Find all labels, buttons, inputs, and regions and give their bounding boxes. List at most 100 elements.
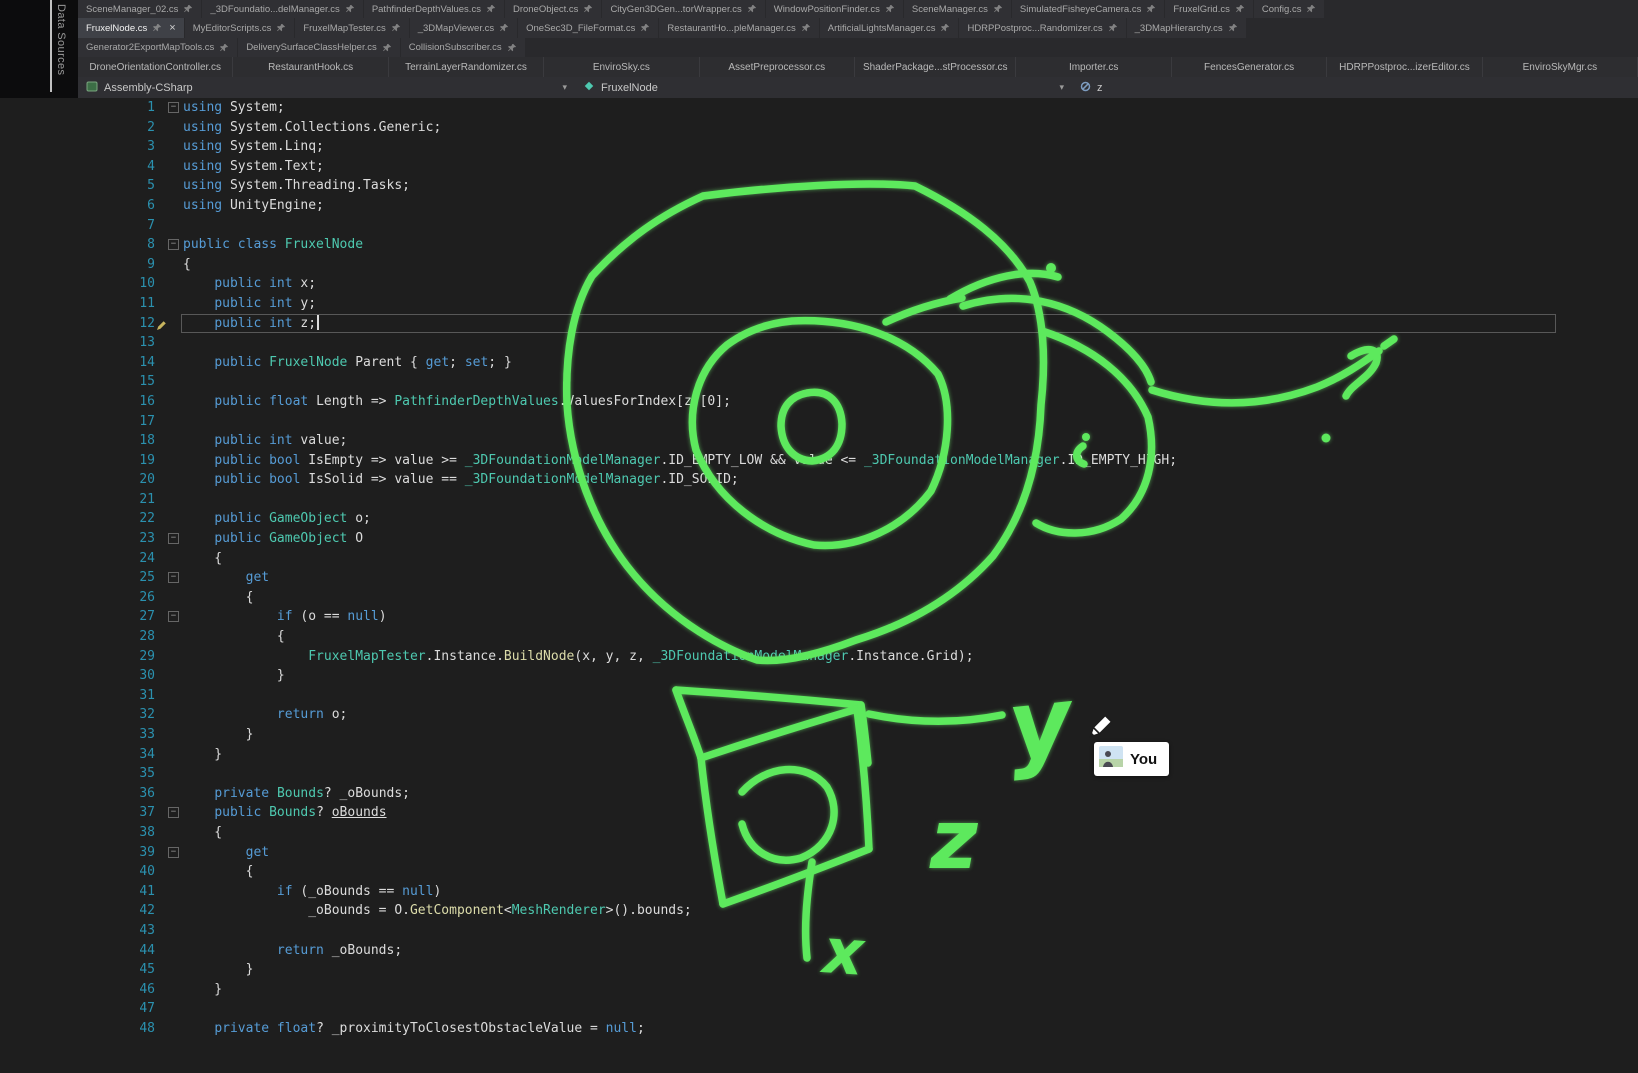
editor-tab[interactable]: CollisionSubscriber.cs: [401, 38, 525, 57]
pin-icon[interactable]: [801, 23, 811, 33]
code-line[interactable]: 11 public int y;: [0, 294, 1638, 314]
editor-tab[interactable]: _3DFoundatio...delManager.cs: [202, 0, 362, 18]
code-line[interactable]: 41 if (_oBounds == null): [0, 882, 1638, 902]
editor-tab[interactable]: HDRPPostproc...Randomizer.cs: [959, 18, 1125, 38]
code-line[interactable]: 16 public float Length => PathfinderDept…: [0, 392, 1638, 412]
pin-icon[interactable]: [1108, 23, 1118, 33]
code-line[interactable]: 47: [0, 999, 1638, 1019]
editor-tab[interactable]: DroneObject.cs: [505, 0, 601, 18]
fold-icon[interactable]: −: [168, 611, 179, 622]
editor-tab[interactable]: FruxelNode.cs×: [78, 18, 184, 38]
code-line[interactable]: 43: [0, 921, 1638, 941]
editor-tab[interactable]: TerrainLayerRandomizer.cs: [389, 57, 544, 77]
code-line[interactable]: 38 {: [0, 823, 1638, 843]
code-line[interactable]: 36 private Bounds? _oBounds;: [0, 784, 1638, 804]
pin-icon[interactable]: [885, 4, 895, 14]
pin-icon[interactable]: [499, 23, 509, 33]
code-line[interactable]: 24 {: [0, 549, 1638, 569]
editor-tab[interactable]: FruxelMapTester.cs: [295, 18, 408, 38]
pin-icon[interactable]: [219, 43, 229, 53]
code-line[interactable]: 26 {: [0, 588, 1638, 608]
editor-tab[interactable]: AssetPreprocessor.cs: [700, 57, 855, 77]
code-line[interactable]: 44 return _oBounds;: [0, 941, 1638, 961]
code-editor[interactable]: 1−using System;2using System.Collections…: [0, 98, 1638, 1073]
editor-tab[interactable]: PathfinderDepthValues.cs: [364, 0, 504, 18]
code-line[interactable]: 21: [0, 490, 1638, 510]
fold-icon[interactable]: −: [168, 239, 179, 250]
code-line[interactable]: 46 }: [0, 980, 1638, 1000]
code-line[interactable]: 18 public int value;: [0, 431, 1638, 451]
code-line[interactable]: 19 public bool IsEmpty => value >= _3DFo…: [0, 451, 1638, 471]
member-dropdown[interactable]: z: [1072, 77, 1638, 98]
editor-tab[interactable]: SceneManager_02.cs: [78, 0, 201, 18]
editor-tab[interactable]: SimulatedFisheyeCamera.cs: [1012, 0, 1164, 18]
close-icon[interactable]: ×: [169, 22, 175, 34]
code-line[interactable]: 10 public int x;: [0, 274, 1638, 294]
sidebar-tab-data-sources[interactable]: Data Sources: [55, 4, 67, 75]
project-dropdown[interactable]: Assembly-CSharp ▾: [78, 77, 575, 98]
code-line[interactable]: 48 private float? _proximityToClosestObs…: [0, 1019, 1638, 1039]
editor-tab[interactable]: _3DMapViewer.cs: [410, 18, 517, 38]
code-line[interactable]: 42 _oBounds = O.GetComponent<MeshRendere…: [0, 901, 1638, 921]
editor-tab[interactable]: CityGen3DGen...torWrapper.cs: [602, 0, 764, 18]
code-line[interactable]: 15: [0, 372, 1638, 392]
code-line[interactable]: 2using System.Collections.Generic;: [0, 118, 1638, 138]
editor-tab[interactable]: RestaurantHook.cs: [233, 57, 388, 77]
code-line[interactable]: 23− public GameObject O: [0, 529, 1638, 549]
pin-icon[interactable]: [183, 4, 193, 14]
code-line[interactable]: 7: [0, 216, 1638, 236]
editor-tab[interactable]: ShaderPackage...stProcessor.cs: [855, 57, 1017, 77]
pin-icon[interactable]: [382, 43, 392, 53]
pin-icon[interactable]: [486, 4, 496, 14]
pin-icon[interactable]: [391, 23, 401, 33]
editor-tab[interactable]: Config.cs: [1254, 0, 1325, 18]
code-line[interactable]: 14 public FruxelNode Parent { get; set; …: [0, 353, 1638, 373]
code-line[interactable]: 31: [0, 686, 1638, 706]
code-line[interactable]: 20 public bool IsSolid => value == _3DFo…: [0, 470, 1638, 490]
pin-icon[interactable]: [640, 23, 650, 33]
editor-tab[interactable]: Importer.cs: [1016, 57, 1171, 77]
editor-tab[interactable]: DeliverySurfaceClassHelper.cs: [238, 38, 399, 57]
code-line[interactable]: 34 }: [0, 745, 1638, 765]
code-line[interactable]: 27− if (o == null): [0, 607, 1638, 627]
code-line[interactable]: 13: [0, 333, 1638, 353]
code-line[interactable]: 39− get: [0, 843, 1638, 863]
code-line[interactable]: 12 public int z;: [0, 314, 1638, 334]
code-line[interactable]: 32 return o;: [0, 705, 1638, 725]
pin-icon[interactable]: [1146, 4, 1156, 14]
pin-icon[interactable]: [747, 4, 757, 14]
pin-icon[interactable]: [1235, 4, 1245, 14]
fold-icon[interactable]: −: [168, 533, 179, 544]
editor-tab[interactable]: RestaurantHo...pleManager.cs: [659, 18, 818, 38]
fold-icon[interactable]: −: [168, 572, 179, 583]
pin-icon[interactable]: [345, 4, 355, 14]
editor-tab[interactable]: ArtificialLightsManager.cs: [820, 18, 959, 38]
code-line[interactable]: 37− public Bounds? oBounds: [0, 803, 1638, 823]
code-line[interactable]: 25− get: [0, 568, 1638, 588]
editor-tab[interactable]: OneSec3D_FileFormat.cs: [518, 18, 658, 38]
code-line[interactable]: 6using UnityEngine;: [0, 196, 1638, 216]
fold-icon[interactable]: −: [168, 102, 179, 113]
pin-icon[interactable]: [152, 23, 162, 33]
editor-tab[interactable]: _3DMapHierarchy.cs: [1127, 18, 1246, 38]
editor-tab[interactable]: Generator2ExportMapTools.cs: [78, 38, 237, 57]
code-line[interactable]: 3using System.Linq;: [0, 137, 1638, 157]
code-line[interactable]: 29 FruxelMapTester.Instance.BuildNode(x,…: [0, 647, 1638, 667]
code-line[interactable]: 8−public class FruxelNode: [0, 235, 1638, 255]
pin-icon[interactable]: [276, 23, 286, 33]
pin-icon[interactable]: [583, 4, 593, 14]
pin-icon[interactable]: [940, 23, 950, 33]
editor-tab[interactable]: DroneOrientationController.cs: [78, 57, 233, 77]
editor-tab[interactable]: FruxelGrid.cs: [1165, 0, 1252, 18]
pin-icon[interactable]: [1306, 4, 1316, 14]
code-line[interactable]: 30 }: [0, 666, 1638, 686]
code-line[interactable]: 9{: [0, 255, 1638, 275]
code-line[interactable]: 28 {: [0, 627, 1638, 647]
code-line[interactable]: 5using System.Threading.Tasks;: [0, 176, 1638, 196]
code-line[interactable]: 22 public GameObject o;: [0, 509, 1638, 529]
code-line[interactable]: 1−using System;: [0, 98, 1638, 118]
pin-icon[interactable]: [507, 43, 517, 53]
fold-icon[interactable]: −: [168, 807, 179, 818]
code-line[interactable]: 40 {: [0, 862, 1638, 882]
pin-icon[interactable]: [993, 4, 1003, 14]
